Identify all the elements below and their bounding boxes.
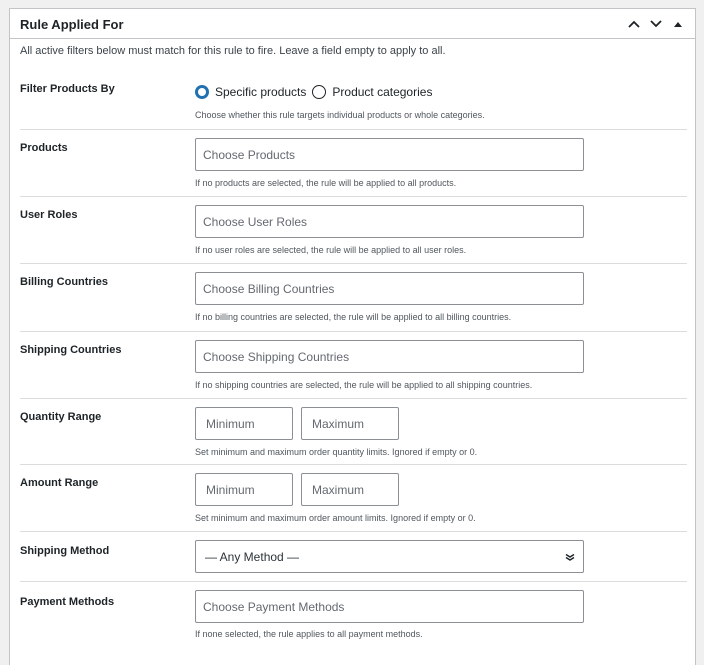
move-up-button[interactable]: [623, 15, 645, 33]
filter-by-label: Filter Products By: [20, 83, 115, 95]
rule-applied-for-panel: Rule Applied For All active filters belo…: [9, 8, 696, 665]
panel-header-controls: [623, 15, 689, 33]
products-hint: If no products are selected, the rule wi…: [195, 178, 457, 188]
shipping-method-selected-value: — Any Method —: [205, 550, 300, 564]
filter-by-hint: Choose whether this rule targets individ…: [195, 110, 485, 120]
payment-methods-label: Payment Methods: [20, 596, 115, 608]
select-arrows-icon: [565, 553, 575, 561]
payment-methods-row: Payment Methods If none selected, the ru…: [20, 582, 687, 660]
radio-unchecked-icon: [312, 85, 327, 99]
shipping-method-select[interactable]: — Any Method —: [195, 540, 584, 573]
filter-by-radio-group: Specific products Product categories: [195, 85, 438, 99]
billing-countries-hint: If no billing countries are selected, th…: [195, 312, 512, 322]
quantity-range-label: Quantity Range: [20, 411, 102, 423]
shipping-countries-input[interactable]: [195, 340, 584, 373]
radio-specific-products-label: Specific products: [215, 85, 307, 99]
radio-checked-icon: [195, 85, 209, 99]
shipping-method-row: Shipping Method — Any Method —: [20, 532, 687, 582]
move-down-button[interactable]: [645, 15, 667, 33]
radio-product-categories-label: Product categories: [332, 85, 433, 99]
billing-countries-row: Billing Countries If no billing countrie…: [20, 264, 687, 332]
amount-range-label: Amount Range: [20, 477, 99, 489]
panel-title: Rule Applied For: [20, 17, 124, 32]
shipping-countries-row: Shipping Countries If no shipping countr…: [20, 332, 687, 399]
radio-specific-products[interactable]: Specific products: [195, 85, 306, 99]
panel-intro-text: All active filters below must match for …: [20, 45, 446, 57]
amount-range-row: Amount Range Set minimum and maximum ord…: [20, 465, 687, 532]
filter-by-row: Filter Products By Specific products Pro…: [20, 73, 687, 130]
products-label: Products: [20, 142, 68, 154]
products-input[interactable]: [195, 138, 584, 171]
quantity-max-input[interactable]: [301, 407, 399, 440]
toggle-panel-button[interactable]: [667, 15, 689, 33]
products-row: Products If no products are selected, th…: [20, 130, 687, 197]
user-roles-row: User Roles If no user roles are selected…: [20, 197, 687, 264]
chevron-up-icon: [628, 20, 640, 28]
radio-product-categories[interactable]: Product categories: [312, 85, 432, 99]
billing-countries-label: Billing Countries: [20, 276, 108, 288]
payment-methods-input[interactable]: [195, 590, 584, 623]
shipping-countries-label: Shipping Countries: [20, 344, 122, 356]
amount-max-input[interactable]: [301, 473, 399, 506]
user-roles-label: User Roles: [20, 209, 78, 221]
caret-up-icon: [674, 22, 682, 27]
payment-methods-hint: If none selected, the rule applies to al…: [195, 629, 423, 639]
chevron-down-icon: [650, 20, 662, 28]
amount-min-input[interactable]: [195, 473, 293, 506]
quantity-min-input[interactable]: [195, 407, 293, 440]
panel-header: Rule Applied For: [10, 9, 695, 39]
quantity-range-hint: Set minimum and maximum order quantity l…: [195, 447, 478, 457]
billing-countries-input[interactable]: [195, 272, 584, 305]
shipping-countries-hint: If no shipping countries are selected, t…: [195, 380, 533, 390]
user-roles-hint: If no user roles are selected, the rule …: [195, 245, 467, 255]
user-roles-input[interactable]: [195, 205, 584, 238]
shipping-method-label: Shipping Method: [20, 545, 110, 557]
quantity-range-row: Quantity Range Set minimum and maximum o…: [20, 399, 687, 465]
amount-range-hint: Set minimum and maximum order amount lim…: [195, 513, 476, 523]
